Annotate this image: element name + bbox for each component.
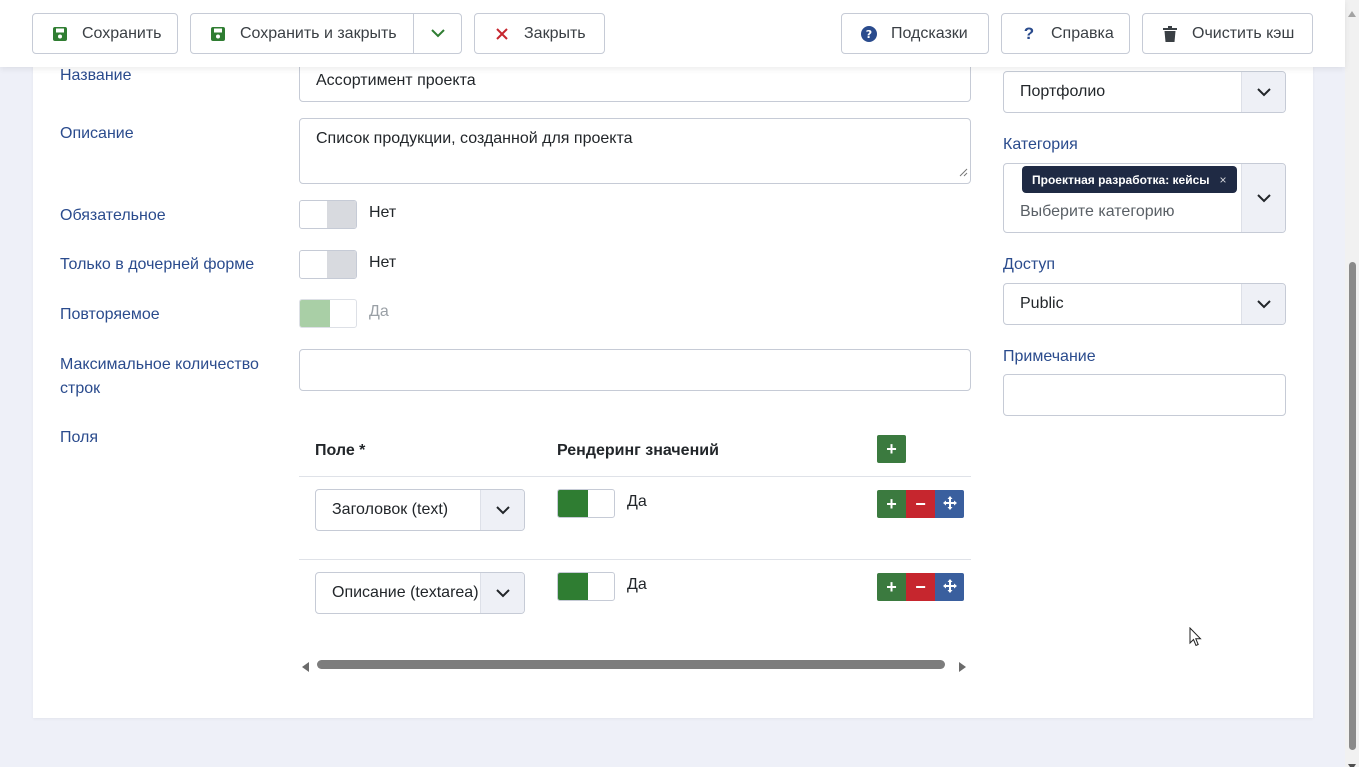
- tips-button[interactable]: ? Подсказки: [841, 13, 989, 54]
- table-row-render-toggle[interactable]: [557, 489, 615, 518]
- save-button[interactable]: Сохранить: [32, 13, 178, 54]
- repeatable-toggle: [299, 299, 357, 328]
- save-close-button-label: Сохранить и закрыть: [240, 24, 397, 42]
- repeatable-label: Повторяемое: [60, 306, 160, 323]
- repeatable-value: Да: [369, 303, 389, 320]
- move-arrows-icon: [942, 494, 957, 515]
- clear-cache-button[interactable]: Очистить кэш: [1142, 13, 1313, 54]
- close-button-label: Закрыть: [524, 24, 586, 42]
- description-label: Описание: [60, 125, 134, 142]
- save-icon: [52, 26, 68, 42]
- minus-icon: −: [915, 493, 926, 514]
- context-select[interactable]: Портфолио: [1003, 71, 1286, 113]
- chevron-down-icon: [430, 25, 445, 43]
- table-row-render-value: Да: [627, 576, 647, 593]
- tag-remove-icon[interactable]: ×: [1220, 173, 1227, 187]
- description-textarea-value: Список продукции, созданной для проекта: [316, 130, 633, 147]
- chevron-down-icon: [480, 573, 524, 613]
- table-row-field-value: Описание (textarea): [332, 584, 479, 601]
- column-header-field: Поле *: [315, 442, 366, 459]
- category-label: Категория: [1003, 136, 1078, 153]
- table-row-field-value: Заголовок (text): [332, 501, 449, 518]
- chevron-down-icon: [1241, 72, 1285, 112]
- note-label: Примечание: [1003, 348, 1096, 365]
- chevron-down-icon: [1241, 284, 1285, 324]
- save-button-label: Сохранить: [82, 24, 162, 42]
- table-row-render-toggle[interactable]: [557, 572, 615, 601]
- save-dropdown-toggle[interactable]: [413, 13, 462, 54]
- table-row-add-button[interactable]: +: [877, 490, 906, 518]
- mouse-cursor-icon: [1189, 626, 1202, 652]
- required-label: Обязательное: [60, 207, 166, 224]
- help-button-label: Справка: [1051, 24, 1114, 42]
- close-button[interactable]: Закрыть: [474, 13, 605, 54]
- category-search-placeholder[interactable]: Выберите категорию: [1020, 203, 1175, 221]
- max-rows-label-line2: строк: [60, 380, 101, 397]
- plus-icon: +: [886, 576, 897, 597]
- context-select-value: Портфолио: [1020, 83, 1106, 100]
- scroll-up-arrow-icon[interactable]: [1348, 4, 1356, 22]
- table-row-remove-button[interactable]: −: [906, 573, 935, 601]
- table-row-render-value: Да: [627, 493, 647, 510]
- add-row-button[interactable]: +: [877, 435, 906, 463]
- resize-handle-icon[interactable]: [959, 164, 968, 182]
- fields-label: Поля: [60, 429, 99, 446]
- max-rows-label-line1: Максимальное количество: [60, 356, 259, 373]
- clear-cache-button-label: Очистить кэш: [1192, 24, 1295, 42]
- column-header-render: Рендеринг значений: [557, 442, 719, 459]
- table-row-field-select[interactable]: Заголовок (text): [315, 489, 525, 531]
- help-button[interactable]: ? Справка: [1001, 13, 1130, 54]
- description-textarea[interactable]: Список продукции, созданной для проекта: [299, 118, 971, 184]
- required-toggle[interactable]: [299, 200, 357, 229]
- category-tag-label: Проектная разработка: кейсы: [1032, 172, 1210, 187]
- chevron-down-icon: [480, 490, 524, 530]
- plus-icon: +: [886, 493, 897, 514]
- scroll-left-arrow-icon[interactable]: [302, 659, 310, 677]
- table-row-add-button[interactable]: +: [877, 573, 906, 601]
- minus-icon: −: [915, 576, 926, 597]
- category-tag: Проектная разработка: кейсы ×: [1022, 166, 1237, 193]
- max-rows-input[interactable]: [299, 349, 971, 391]
- question-icon: ?: [1023, 23, 1035, 43]
- table-row-remove-button[interactable]: −: [906, 490, 935, 518]
- save-icon: [210, 26, 226, 42]
- page-vertical-scrollbar[interactable]: [1345, 0, 1359, 767]
- access-label: Доступ: [1003, 256, 1056, 273]
- table-row-move-button[interactable]: [935, 573, 964, 601]
- question-circle-icon: ?: [861, 25, 877, 42]
- chevron-down-icon: [1241, 164, 1285, 232]
- table-horizontal-scrollbar[interactable]: [317, 660, 945, 669]
- trash-icon: [1162, 25, 1178, 42]
- access-select-value: Public: [1020, 295, 1064, 312]
- tips-button-label: Подсказки: [891, 24, 968, 42]
- close-icon: [494, 26, 510, 42]
- table-row-move-button[interactable]: [935, 490, 964, 518]
- plus-icon: +: [886, 438, 897, 459]
- subform-only-label: Только в дочерней форме: [60, 256, 255, 273]
- toolbar: Сохранить Сохранить и закрыть Закрыть ? …: [0, 0, 1345, 67]
- note-input[interactable]: [1003, 374, 1286, 416]
- required-value: Нет: [369, 204, 397, 221]
- svg-text:?: ?: [866, 28, 872, 41]
- title-label: Название: [60, 67, 132, 84]
- table-row-field-select[interactable]: Описание (textarea): [315, 572, 525, 614]
- table-divider: [299, 476, 971, 477]
- scrollbar-thumb[interactable]: [1349, 262, 1356, 750]
- save-close-button[interactable]: Сохранить и закрыть: [190, 13, 414, 54]
- subform-only-toggle[interactable]: [299, 250, 357, 279]
- title-input-value: Ассортимент проекта: [316, 72, 476, 89]
- access-select[interactable]: Public: [1003, 283, 1286, 325]
- scroll-right-arrow-icon[interactable]: [958, 659, 966, 677]
- table-divider: [299, 559, 971, 560]
- move-arrows-icon: [942, 577, 957, 598]
- scroll-down-arrow-icon[interactable]: [1348, 757, 1356, 767]
- subform-only-value: Нет: [369, 254, 397, 271]
